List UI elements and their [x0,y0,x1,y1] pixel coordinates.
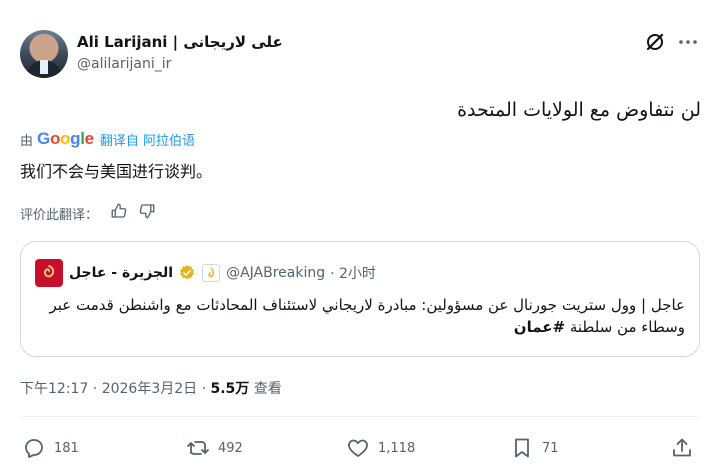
quoted-tweet-header: الجزيرة - عاجل @AJABreaking · 2小时 [35,259,376,287]
tweet-meta: 下午12:17 · 2026年3月2日 · 5.5万 查看 [20,378,282,398]
translate-source-link[interactable]: 翻译自 阿拉伯语 [100,130,195,149]
grok-icon [646,33,664,51]
avatar[interactable] [20,30,68,78]
rate-label: 评价此翻译： [20,207,99,223]
retweet-icon [187,441,209,455]
affiliate-badge [202,264,221,282]
google-logo: Google [37,129,94,148]
more-button[interactable] [676,30,700,54]
thumbs-down-icon [139,204,155,219]
author-name[interactable]: Ali Larijani | علی لاریجانی [77,33,283,51]
aljazeera-logo-icon [44,265,55,278]
share-button[interactable] [670,436,702,460]
quoted-text: عاجل | وول ستريت جورنال عن مسؤولين: مباد… [35,294,685,338]
divider [20,416,700,417]
bookmark-count: 71 [542,440,559,456]
retweet-count: 492 [218,440,243,456]
quoted-handle: @AJABreaking [226,265,326,281]
verified-icon [180,265,195,280]
share-icon [673,438,691,457]
grok-button[interactable] [643,30,667,54]
rate-translation: 评价此翻译： [20,202,156,224]
quoted-time: · 2小时 [330,266,376,282]
reply-icon [25,439,43,458]
quoted-hashtag[interactable]: #عمان [514,318,565,336]
quoted-body: عاجل | وول ستريت جورنال عن مسؤولين: مباد… [49,296,685,336]
thumbs-up-icon [111,203,127,218]
translated-text: 我们不会与美国进行谈判。 [20,162,213,181]
avatar-collar [40,60,48,74]
more-icon [679,40,697,44]
quoted-tweet[interactable]: الجزيرة - عاجل @AJABreaking · 2小时 عاجل |… [20,241,700,357]
by-prefix: 由 [20,133,34,149]
reply-button[interactable]: 181 [22,436,79,460]
aljazeera-logo [35,259,63,287]
like-count: 1,118 [378,440,416,456]
like-button[interactable]: 1,118 [346,436,415,460]
thumbs-down-button[interactable] [138,202,156,224]
retweet-button[interactable]: 492 [186,436,243,460]
quoted-author-name: الجزيرة - عاجل [69,265,174,281]
translation-attribution: 由 Google 翻译自 阿拉伯语 [20,129,195,149]
views-label: 查看 [249,381,282,397]
bookmark-button[interactable]: 71 [510,436,559,460]
like-icon [348,439,368,457]
reply-count: 181 [54,440,79,456]
author-handle[interactable]: @alilarijani_ir [77,56,171,72]
thumbs-up-button[interactable] [110,202,128,224]
tweet-timestamp[interactable]: 下午12:17 · 2026年3月2日 · [20,381,211,397]
view-count: 5.5万 [210,381,250,397]
bookmark-icon [515,438,529,458]
affiliate-icon [208,267,215,278]
tweet-text: لن نتفاوض مع الولايات المتحدة [457,99,701,121]
